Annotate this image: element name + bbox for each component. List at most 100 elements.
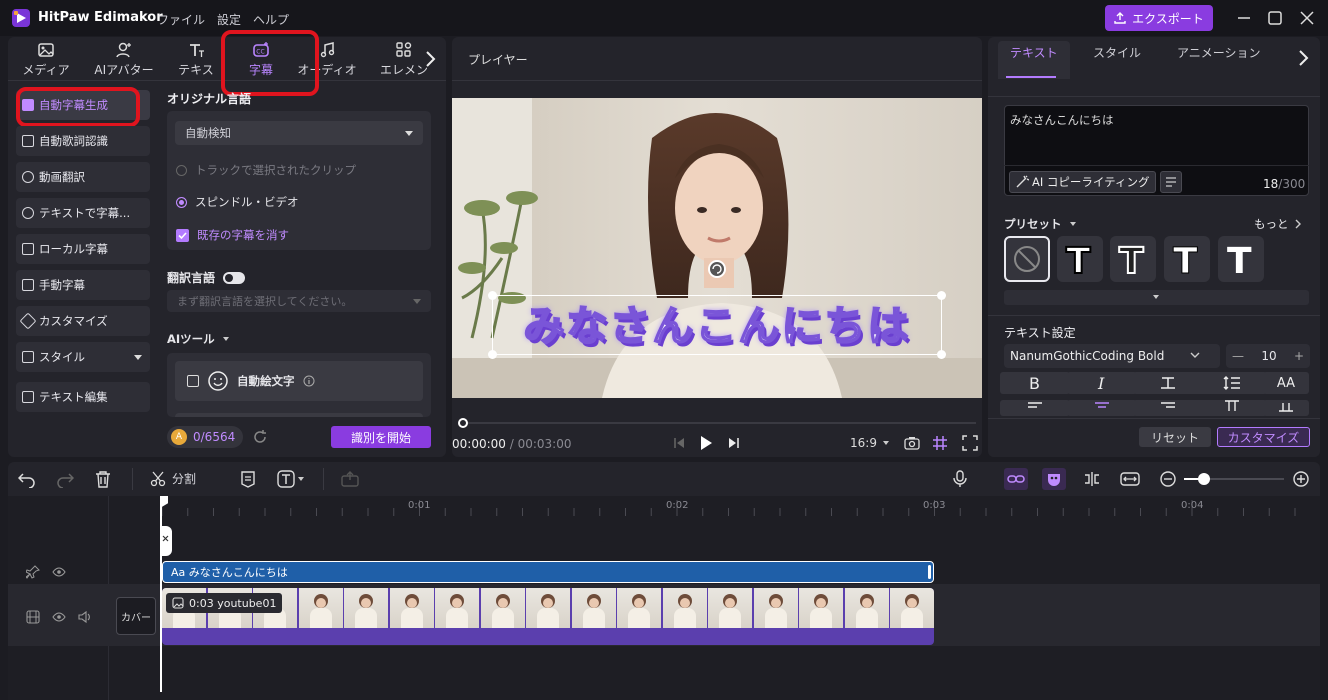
chevron-right-icon[interactable] <box>1296 48 1310 68</box>
export-clip-icon[interactable] <box>341 470 359 488</box>
playhead-knob[interactable] <box>458 418 468 428</box>
text-format-icon[interactable] <box>1160 171 1182 193</box>
fit-timeline-icon[interactable] <box>1120 470 1140 488</box>
subnav-style[interactable]: スタイル <box>16 342 150 372</box>
refresh-icon[interactable] <box>252 429 268 445</box>
menu-settings[interactable]: 設定 <box>217 11 241 28</box>
text-settings-title: テキスト設定 <box>1004 326 1076 340</box>
tab-ai-avatar[interactable]: AIアバター <box>88 37 160 81</box>
vertical-align-top-icon[interactable] <box>1197 400 1267 416</box>
font-family-dropdown[interactable]: NanumGothicCoding Bold <box>1004 344 1220 368</box>
thumbnail-frame <box>298 588 343 628</box>
playback-progress[interactable] <box>462 422 976 424</box>
auto-emoji-option[interactable]: 自動絵文字 <box>187 370 315 392</box>
tab-text-props[interactable]: テキスト <box>1010 44 1058 61</box>
subnav-text-to-subtitle[interactable]: テキストで字幕... <box>16 198 150 228</box>
magnet-snap-icon[interactable] <box>1042 468 1066 490</box>
checkbox[interactable] <box>187 375 199 387</box>
ruler-label: 0:03 <box>923 500 946 511</box>
menu-help[interactable]: ヘルプ <box>253 11 289 28</box>
aspect-ratio-dropdown[interactable]: 16:9 <box>850 436 889 450</box>
chevron-down-icon <box>1190 352 1200 360</box>
subnav-manual-subtitle[interactable]: 手動字幕 <box>16 270 150 300</box>
line-height-icon[interactable] <box>1197 372 1267 394</box>
time-ruler[interactable] <box>160 496 1320 516</box>
play-icon[interactable] <box>699 435 713 451</box>
undo-icon[interactable] <box>18 470 36 488</box>
text-clip[interactable]: Aa みなさんこんにちは <box>162 561 934 583</box>
tab-animation-props[interactable]: アニメーション <box>1177 44 1261 61</box>
redo-icon[interactable] <box>56 470 74 488</box>
option-track-clip[interactable]: トラックで選択されたクリップ <box>176 162 356 178</box>
info-icon[interactable] <box>303 375 315 387</box>
ai-copywriting-button[interactable]: AI コピーライティング <box>1009 171 1156 193</box>
subnav-customize[interactable]: カスタマイズ <box>16 306 150 336</box>
grid-icon[interactable] <box>932 435 948 451</box>
preset-none[interactable] <box>1004 236 1050 282</box>
tab-text[interactable]: テキス <box>174 37 218 81</box>
translate-toggle[interactable] <box>223 271 246 284</box>
video-canvas[interactable]: みなさんこんにちは <box>452 98 982 398</box>
tab-style-props[interactable]: スタイル <box>1093 44 1141 61</box>
split-track-icon[interactable] <box>1082 470 1102 488</box>
thumbnail-frame <box>389 588 434 628</box>
speaker-icon[interactable] <box>77 610 91 624</box>
start-recognition-button[interactable]: 識別を開始 <box>331 426 431 448</box>
ai-tools-header[interactable]: AIツール <box>167 331 229 347</box>
zoom-out-icon[interactable] <box>1159 470 1177 488</box>
subnav-local-subtitle[interactable]: ローカル字幕 <box>16 234 150 264</box>
zoom-in-icon[interactable] <box>1292 470 1310 488</box>
pin-icon[interactable] <box>26 565 40 579</box>
close-icon[interactable] <box>1298 9 1316 27</box>
microphone-icon[interactable] <box>952 470 968 488</box>
translate-language-dropdown[interactable]: まず翻訳言語を選択してください。 <box>167 290 431 312</box>
preset-bold-white[interactable]: T <box>1057 236 1103 282</box>
subnav-text-edit[interactable]: テキスト編集 <box>16 382 150 412</box>
preset-outline[interactable]: T <box>1110 236 1156 282</box>
add-text-dropdown[interactable] <box>277 470 304 488</box>
app-logo-icon <box>11 8 31 28</box>
text-spacing-icon[interactable] <box>1133 372 1203 394</box>
clip-trim-handle[interactable] <box>928 565 931 579</box>
preset-shadow[interactable]: T <box>1164 236 1210 282</box>
align-left-icon[interactable] <box>1000 400 1070 416</box>
align-center-icon[interactable] <box>1067 400 1137 416</box>
prev-frame-icon[interactable] <box>673 437 685 449</box>
minimize-icon[interactable] <box>1235 9 1253 27</box>
customize-button[interactable]: カスタマイズ <box>1217 427 1310 447</box>
align-right-icon[interactable] <box>1133 400 1203 416</box>
subnav-lyrics[interactable]: 自動歌詞認識 <box>16 126 150 156</box>
menu-file[interactable]: ファイル <box>157 11 205 28</box>
split-button[interactable]: 分割 <box>150 470 196 487</box>
chevron-right-icon[interactable] <box>422 49 438 69</box>
clear-existing-checkbox[interactable]: 既存の字幕を消す <box>176 227 289 243</box>
subnav-video-translate[interactable]: 動画翻訳 <box>16 162 150 192</box>
subtitle-marker-icon[interactable] <box>240 470 256 488</box>
bold-button[interactable]: B <box>1000 372 1070 394</box>
language-dropdown[interactable]: 自動検知 <box>175 121 423 145</box>
eye-icon[interactable] <box>52 565 66 579</box>
maximize-icon[interactable] <box>1266 9 1284 27</box>
preset-header[interactable]: プリセット <box>1004 216 1076 232</box>
option-spindle-video[interactable]: スピンドル・ビデオ <box>176 194 299 210</box>
fullscreen-icon[interactable] <box>962 435 978 451</box>
eye-icon[interactable] <box>52 610 66 624</box>
snapshot-icon[interactable] <box>904 436 920 450</box>
delete-icon[interactable] <box>94 470 112 488</box>
next-frame-icon[interactable] <box>728 437 740 449</box>
more-presets-link[interactable]: もっと <box>1254 216 1301 232</box>
link-clips-icon[interactable] <box>1004 468 1028 490</box>
dropdown-caret-icon <box>413 299 421 304</box>
vertical-align-bottom-icon[interactable] <box>1263 400 1309 416</box>
film-icon[interactable] <box>26 610 40 624</box>
font-size-stepper[interactable]: —10 + <box>1226 344 1310 368</box>
tab-media[interactable]: メディア <box>16 37 76 81</box>
reset-button[interactable]: リセット <box>1139 427 1211 447</box>
italic-button[interactable]: I <box>1067 372 1137 394</box>
uppercase-button[interactable]: AA <box>1263 372 1309 394</box>
zoom-slider-knob[interactable] <box>1198 473 1210 485</box>
export-button[interactable]: エクスポート <box>1105 5 1213 31</box>
preset-plain[interactable]: T <box>1218 236 1264 282</box>
cover-button[interactable]: カバー <box>116 597 156 635</box>
expand-presets-bar[interactable] <box>1004 290 1309 305</box>
